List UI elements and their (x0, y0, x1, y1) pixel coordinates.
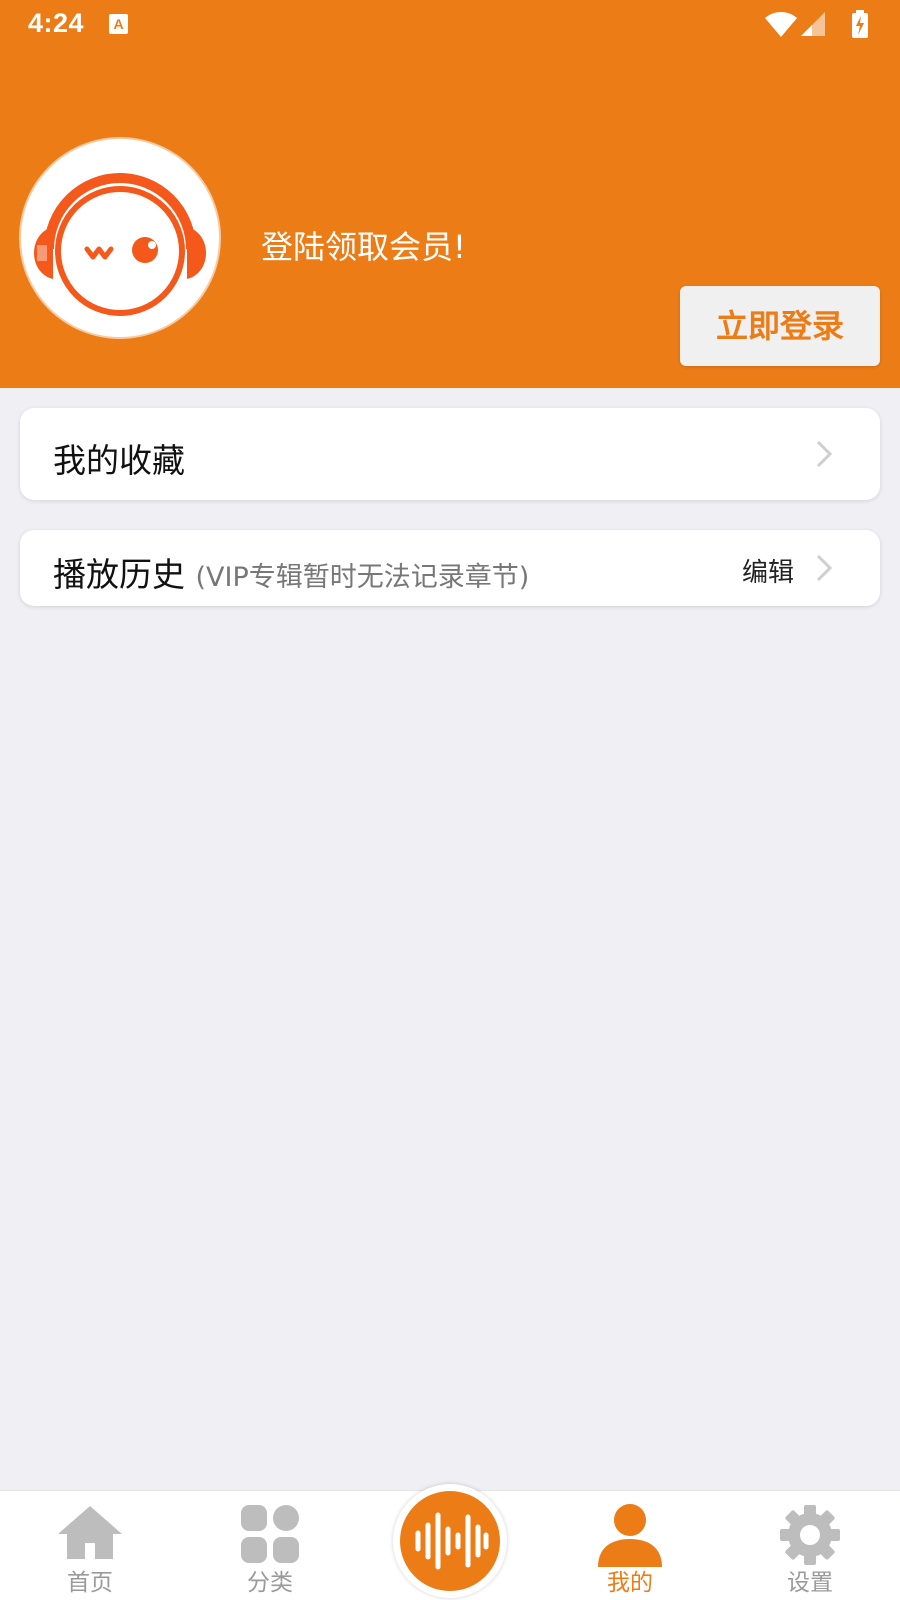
person-icon (598, 1504, 662, 1567)
login-button[interactable]: 立即登录 (680, 286, 880, 366)
gear-icon (780, 1505, 840, 1565)
history-label: 播放历史 (VIP专辑暂时无法记录章节) (53, 548, 529, 596)
edit-button[interactable]: 编辑 (742, 552, 794, 589)
player-button-fill (400, 1491, 500, 1591)
history-row[interactable]: 播放历史 (VIP专辑暂时无法记录章节) 编辑 (20, 530, 880, 606)
tab-settings[interactable]: 设置 (720, 1491, 900, 1600)
tab-home[interactable]: 首页 (0, 1491, 180, 1600)
status-bar: 4:24 A (0, 0, 900, 50)
history-note: (VIP专辑暂时无法记录章节) (195, 562, 530, 593)
tab-mine-label: 我的 (607, 1570, 653, 1596)
notification-icon: A (109, 14, 128, 34)
avatar[interactable] (21, 139, 219, 337)
tab-home-label: 首页 (67, 1570, 113, 1596)
history-title: 播放历史 (53, 555, 185, 594)
favorites-row[interactable]: 我的收藏 (20, 408, 880, 500)
home-icon (58, 1506, 122, 1559)
login-hint: 登陆领取会员! (261, 228, 466, 266)
tab-settings-label: 设置 (787, 1570, 833, 1596)
tab-mine[interactable]: 我的 (540, 1491, 720, 1600)
tab-category-label: 分类 (247, 1570, 293, 1596)
status-time: 4:24 (28, 8, 85, 38)
favorites-label: 我的收藏 (53, 441, 185, 480)
player-button[interactable] (393, 1484, 507, 1598)
tab-category[interactable]: 分类 (180, 1491, 360, 1600)
chevron-right-icon (816, 554, 833, 582)
wifi-icon (765, 12, 797, 37)
category-icon (241, 1505, 299, 1563)
chevron-right-icon (816, 440, 833, 468)
headphones-logo-icon (34, 173, 206, 316)
audio-wave-icon (415, 1512, 489, 1570)
cell-signal-icon (801, 12, 825, 36)
battery-charging-icon (852, 10, 868, 38)
profile-header: 4:24 A 登陆领取会员! 立即登录 (0, 0, 900, 388)
